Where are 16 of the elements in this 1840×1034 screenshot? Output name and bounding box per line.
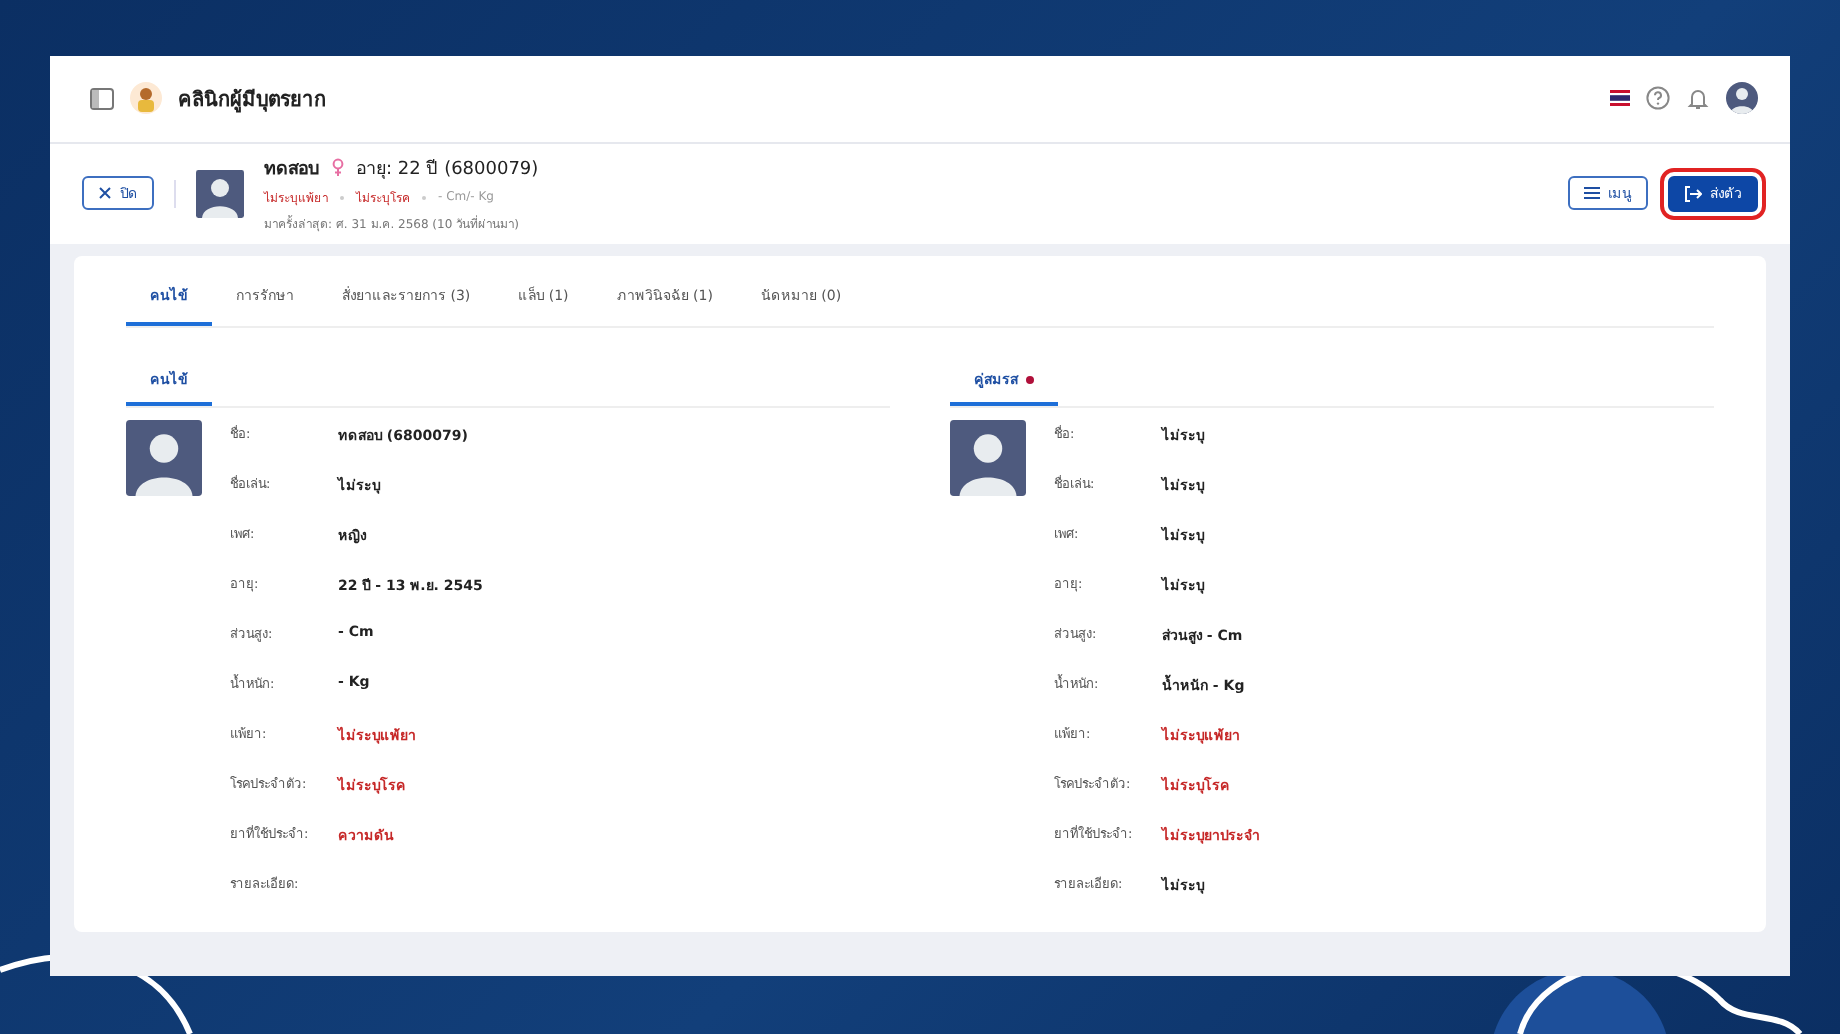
female-icon <box>332 158 344 177</box>
app-title: คลินิกผู้มีบุตรยาก <box>178 86 326 114</box>
close-icon <box>98 186 112 201</box>
sidebar-toggle-icon[interactable] <box>90 87 114 110</box>
person-avatar <box>126 420 202 496</box>
patient-name: ทดสอบ <box>264 157 320 182</box>
bell-icon[interactable] <box>1686 86 1710 111</box>
user-avatar <box>1726 82 1758 115</box>
help-icon[interactable] <box>1646 86 1670 111</box>
menu-icon <box>1584 186 1600 201</box>
flag-icon[interactable] <box>1610 90 1630 107</box>
exit-arrow-icon <box>1684 185 1702 202</box>
patient-avatar <box>196 169 244 218</box>
patient-age: อายุ: 22 ปี (6800079) <box>356 157 539 182</box>
woman-logo-icon <box>130 82 162 115</box>
person-avatar <box>950 420 1026 496</box>
